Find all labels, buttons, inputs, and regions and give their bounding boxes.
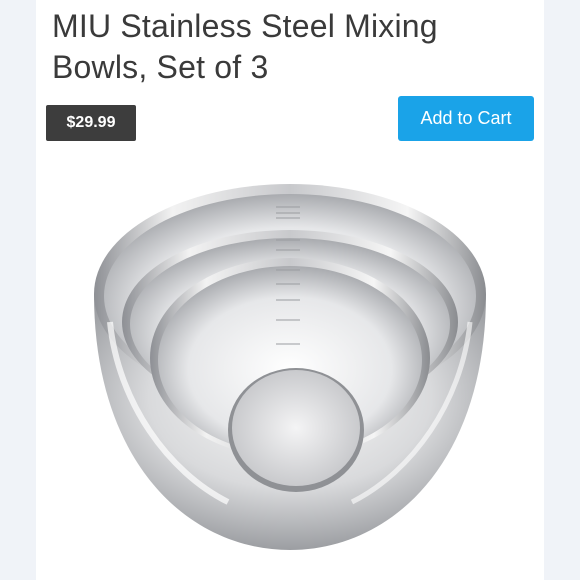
product-image <box>94 184 486 550</box>
add-to-cart-button[interactable]: Add to Cart <box>398 96 534 141</box>
price-badge: $29.99 <box>46 105 136 141</box>
product-title: MIU Stainless Steel Mixing Bowls, Set of… <box>52 8 438 85</box>
